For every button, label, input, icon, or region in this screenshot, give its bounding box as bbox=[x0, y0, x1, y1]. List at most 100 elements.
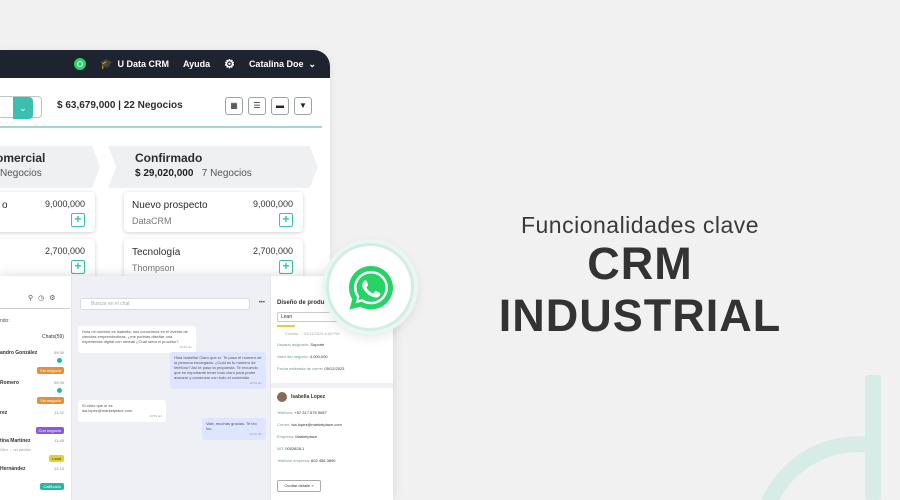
gear-icon[interactable]: ⚙ bbox=[49, 294, 55, 302]
stage-title: omercial bbox=[0, 151, 46, 165]
chat-list-item[interactable]: Hernández 12:15 Calificado bbox=[0, 466, 68, 500]
whatsapp-nav-button[interactable] bbox=[74, 58, 87, 70]
contact-name: rez bbox=[0, 410, 8, 416]
brand-link[interactable]: 🎓 U Data CRM bbox=[100, 59, 169, 70]
field-label: Correo: bbox=[277, 422, 291, 427]
field-label: Empresa: bbox=[277, 434, 295, 439]
message-time: 10:54 am bbox=[249, 381, 262, 385]
pipeline-select[interactable]: ⌄ bbox=[0, 96, 42, 119]
field-label: NIT: bbox=[277, 446, 285, 451]
message-time: 10:52 am bbox=[179, 345, 192, 349]
user-menu[interactable]: Catalina Doe ⌄ bbox=[249, 59, 316, 70]
message-bubble: Si claro que sí es isa.lopez@marketplace… bbox=[78, 400, 166, 422]
status-badge: Con negocio bbox=[35, 427, 64, 434]
deal-org: DataCRM bbox=[132, 216, 172, 226]
deal-created-note: Creado ... 01/11/2023 8:00 PM bbox=[285, 331, 340, 336]
whatsapp-icon bbox=[74, 58, 87, 70]
chat-list: ⚲ ◷ ⚙ ndo: Chats(59) andro González 09:3… bbox=[0, 276, 72, 500]
status-badge: Lead bbox=[49, 455, 64, 462]
chat-search-placeholder: Buscar en el chat bbox=[91, 301, 130, 307]
message-text: Hola Isabella! Claro que sí. Te paso el … bbox=[174, 355, 262, 380]
contact-field: Empresa: Marketplace bbox=[277, 434, 317, 439]
add-icon[interactable]: + bbox=[279, 213, 293, 227]
divider bbox=[271, 383, 393, 388]
stage-amount: $ 29,020,000 bbox=[135, 168, 194, 179]
contact-field: Teléfono: +57 317 575 9087 bbox=[277, 410, 327, 415]
chat-search-input[interactable]: Buscar en el chat bbox=[80, 298, 250, 310]
chevron-down-icon: ⌄ bbox=[308, 58, 316, 69]
chat-conversation: Buscar en el chat ••• Hola mi nombre es … bbox=[72, 276, 270, 500]
deal-name: o bbox=[2, 200, 8, 211]
history-icon[interactable]: ◷ bbox=[38, 294, 44, 302]
deal-card[interactable]: o 9,000,000 + bbox=[0, 192, 95, 232]
headline-subtitle: Funcionalidades clave bbox=[520, 212, 760, 238]
filter-icon[interactable]: ⚲ bbox=[28, 294, 33, 302]
top-navbar: 🎓 U Data CRM Ayuda ⚙ Catalina Doe ⌄ bbox=[0, 50, 330, 78]
help-link[interactable]: Ayuda bbox=[183, 59, 210, 69]
field-value: 602 456 3890 bbox=[311, 458, 336, 463]
stage-count: Negocios bbox=[0, 168, 42, 179]
deal-card[interactable]: 2,700,000 + bbox=[0, 239, 95, 279]
add-icon[interactable]: + bbox=[71, 260, 85, 274]
add-icon[interactable]: + bbox=[71, 213, 85, 227]
field-label: Usuario asignado: bbox=[277, 342, 310, 347]
stage-select-value: Lean bbox=[281, 314, 293, 320]
field-label: Fecha estimada de cierre: bbox=[277, 366, 324, 371]
field-label: Valor del negocio: bbox=[277, 354, 309, 359]
contact-field: NIT: 0002828-1 bbox=[277, 446, 304, 451]
chat-list-label: ndo: bbox=[0, 318, 10, 324]
chat-list-actions: ⚲ ◷ ⚙ bbox=[28, 294, 56, 302]
grid-view-button[interactable]: ▦ bbox=[225, 97, 243, 115]
pipeline-summary: $ 63,679,000 | 22 Negocios bbox=[57, 100, 183, 111]
chat-time: 11:45 bbox=[54, 438, 64, 443]
filter-button[interactable]: ▼ bbox=[294, 97, 312, 115]
status-badge: Sin negocio bbox=[37, 397, 64, 404]
gear-icon[interactable]: ⚙ bbox=[224, 57, 235, 71]
deal-card[interactable]: Tecnología Thompson 2,700,000 + bbox=[124, 239, 303, 279]
deal-card[interactable]: Nuevo prospecto DataCRM 9,000,000 + bbox=[124, 192, 303, 232]
pipeline-window: 🎓 U Data CRM Ayuda ⚙ Catalina Doe ⌄ ⌄ $ … bbox=[0, 50, 330, 280]
graduation-cap-icon: 🎓 bbox=[100, 58, 113, 70]
contact-name: Romero bbox=[0, 380, 19, 386]
calendar-view-button[interactable]: ▬ bbox=[271, 97, 289, 115]
field-value: 0002828-1 bbox=[285, 446, 305, 451]
message-bubble: Hola mi nombre es Isabella, nos conocimo… bbox=[78, 326, 196, 353]
message-bubble: Hola Isabella! Claro que sí. Te paso el … bbox=[170, 352, 266, 389]
deal-amount: 2,700,000 bbox=[252, 246, 293, 256]
hide-detail-button[interactable]: Ocultar detalle » bbox=[277, 480, 321, 492]
progress-bar bbox=[277, 325, 295, 327]
stage-count: 7 Negocios bbox=[201, 168, 252, 179]
status-badge: Sin negocio bbox=[37, 367, 64, 374]
message-text: Hola mi nombre es Isabella, nos conocimo… bbox=[82, 329, 188, 344]
more-options-icon[interactable]: ••• bbox=[259, 300, 265, 306]
contact-field: Teléfono empresa: 602 456 3890 bbox=[277, 458, 336, 463]
contact-name: tina Martínez bbox=[0, 438, 31, 444]
chat-list-item[interactable]: Romero 09:30 Sin negocio bbox=[0, 380, 68, 414]
detail-field: Usuario asignado: Soporte bbox=[277, 342, 324, 347]
message-time: 10:59 am bbox=[149, 414, 162, 418]
chat-list-item[interactable]: andro González 09:30 Sin negocio bbox=[0, 350, 68, 384]
field-value: 4,000,000 bbox=[309, 354, 328, 359]
avatar bbox=[277, 392, 287, 402]
chat-time: 11:32 bbox=[54, 410, 64, 415]
whatsapp-icon bbox=[349, 266, 393, 310]
deal-org: Thompson bbox=[132, 263, 175, 273]
deal-amount: 9,000,000 bbox=[252, 199, 293, 209]
status-badge: Calificado bbox=[40, 483, 64, 490]
whatsapp-badge bbox=[326, 243, 414, 331]
add-icon[interactable]: + bbox=[279, 260, 293, 274]
message-text: Vale, muchas gracias. Te leo loo bbox=[206, 421, 257, 431]
deal-amount: 2,700,000 bbox=[44, 246, 85, 256]
list-view-button[interactable]: ☰ bbox=[248, 97, 266, 115]
user-name: Catalina Doe bbox=[248, 59, 304, 69]
field-value: Marketplace bbox=[295, 434, 318, 439]
stage-summary: $ 29,020,000 7 Negocios bbox=[135, 168, 252, 179]
tab-chats[interactable]: Chats(59) bbox=[42, 334, 64, 340]
message-bubble: Vale, muchas gracias. Te leo loo 11:00 a… bbox=[202, 418, 266, 440]
decorative-swoosh bbox=[762, 375, 881, 500]
stage-header: omercial Negocios bbox=[0, 146, 100, 188]
chat-time: 09:30 bbox=[53, 350, 64, 355]
chevron-down-icon[interactable]: ⌄ bbox=[13, 97, 33, 119]
headline-title: CRM INDUSTRIAL bbox=[498, 238, 782, 341]
message-time: 11:00 am bbox=[249, 432, 262, 436]
